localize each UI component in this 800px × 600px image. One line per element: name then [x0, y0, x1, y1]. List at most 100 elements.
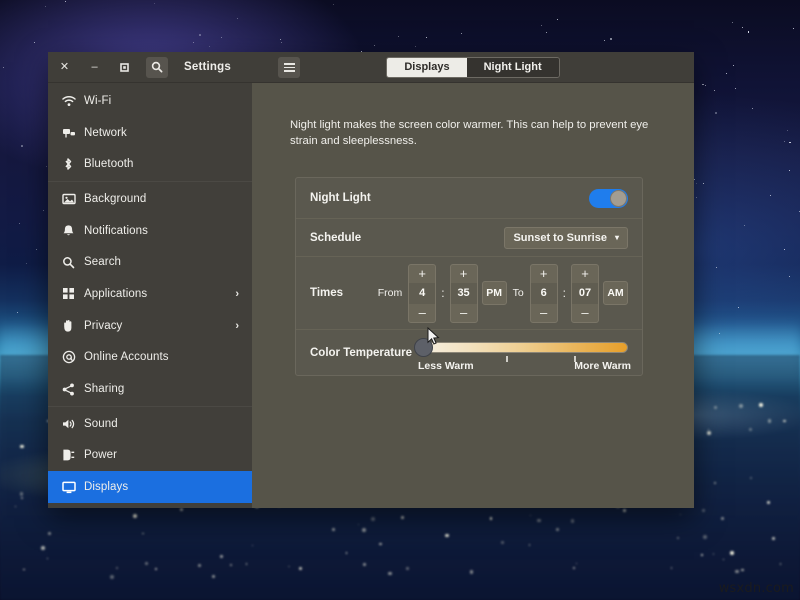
sidebar-separator [48, 181, 252, 182]
night-light-toggle-wrap [589, 189, 628, 208]
from-hour-increment[interactable]: + [409, 265, 435, 283]
sidebar-item-label: Background [84, 193, 146, 205]
schedule-label: Schedule [310, 232, 361, 244]
desktop-wallpaper: ✕ – Settings [0, 0, 800, 600]
night-light-label: Night Light [310, 192, 371, 204]
power-plug-icon [62, 448, 82, 462]
sidebar-item-bluetooth[interactable]: Bluetooth [48, 148, 252, 180]
sidebar-item-online-accounts[interactable]: Online Accounts [48, 342, 252, 374]
titlebar-left-group: ✕ – Settings [48, 52, 252, 82]
maximize-square-icon [120, 63, 129, 72]
to-meridiem-button[interactable]: AM [603, 281, 628, 305]
times-controls: From + 4 – : + 35 – [376, 264, 628, 323]
sidebar-item-network[interactable]: Network [48, 117, 252, 149]
from-word: From [376, 287, 405, 299]
monitor-icon [62, 481, 82, 494]
hamburger-menu-icon[interactable] [278, 57, 300, 78]
schedule-dropdown[interactable]: Sunset to Sunrise ▾ [504, 227, 628, 249]
tab-displays[interactable]: Displays [387, 58, 466, 77]
night-light-toggle[interactable] [589, 189, 628, 208]
share-icon [62, 383, 82, 396]
close-icon[interactable]: ✕ [56, 59, 73, 76]
night-light-settings-card: Night Light Schedule Sunset to Sunrise [295, 177, 643, 376]
from-time-colon: : [440, 286, 445, 300]
chevron-down-icon: ▾ [615, 233, 619, 242]
sidebar-item-label: Applications [84, 288, 147, 300]
network-icon [62, 127, 82, 139]
from-minute-stepper[interactable]: + 35 – [450, 264, 478, 323]
search-icon[interactable] [146, 57, 168, 78]
sidebar-item-label: Displays [84, 481, 128, 493]
maximize-icon[interactable] [116, 59, 133, 76]
tab-night-light[interactable]: Night Light [467, 58, 559, 77]
color-temperature-label: Color Temperature [310, 347, 412, 359]
bluetooth-icon [62, 157, 82, 171]
slider-min-label: Less Warm [418, 360, 474, 372]
to-hour-stepper[interactable]: + 6 – [530, 264, 558, 323]
search-glyph [151, 61, 163, 73]
watermark: wsxdn.com [719, 581, 794, 596]
from-hour-value[interactable]: 4 [409, 283, 435, 304]
from-hour-stepper[interactable]: + 4 – [408, 264, 436, 323]
settings-sidebar: Wi-Fi Network Bluetooth [48, 83, 252, 508]
sidebar-item-label: Bluetooth [84, 158, 134, 170]
slider-tick [506, 356, 508, 362]
from-minute-increment[interactable]: + [451, 265, 477, 283]
from-minute-decrement[interactable]: – [451, 304, 477, 322]
chevron-right-icon: › [235, 320, 239, 332]
slider-handle[interactable] [414, 338, 433, 357]
sidebar-item-label: Sound [84, 418, 118, 430]
wifi-icon [62, 95, 82, 107]
from-minute-value[interactable]: 35 [451, 283, 477, 304]
to-hour-increment[interactable]: + [531, 265, 557, 283]
sidebar-item-mouse-touchpad[interactable]: Mouse & Touchpad [48, 503, 252, 508]
panel-description: Night light makes the screen color warme… [252, 83, 694, 149]
hand-icon [62, 319, 82, 333]
at-sign-icon [62, 350, 82, 364]
sidebar-item-label: Sharing [84, 383, 124, 395]
settings-window: ✕ – Settings [48, 52, 694, 508]
bell-icon [62, 224, 82, 238]
view-tab-switcher: Displays Night Light [386, 57, 559, 78]
toggle-knob [610, 190, 627, 207]
titlebar-right-group: Displays Night Light [252, 52, 694, 82]
to-minute-increment[interactable]: + [572, 265, 598, 283]
window-titlebar: ✕ – Settings [48, 52, 694, 83]
sidebar-item-applications[interactable]: Applications › [48, 278, 252, 310]
to-minute-value[interactable]: 07 [572, 283, 598, 304]
sidebar-item-wi-fi[interactable]: Wi-Fi [48, 85, 252, 117]
to-hour-decrement[interactable]: – [531, 304, 557, 322]
color-temperature-slider[interactable]: Less Warm More Warm [414, 333, 628, 373]
sidebar-item-sharing[interactable]: Sharing [48, 373, 252, 405]
slider-track[interactable] [422, 342, 628, 353]
sidebar-item-search[interactable]: Search [48, 246, 252, 278]
sidebar-item-sound[interactable]: Sound [48, 408, 252, 440]
sidebar-item-label: Search [84, 256, 121, 268]
sidebar-item-power[interactable]: Power [48, 440, 252, 472]
sidebar-item-label: Notifications [84, 225, 148, 237]
sidebar-item-notifications[interactable]: Notifications [48, 215, 252, 247]
window-body: Wi-Fi Network Bluetooth [48, 83, 694, 508]
sidebar-separator [48, 406, 252, 407]
to-minute-stepper[interactable]: + 07 – [571, 264, 599, 323]
sidebar-item-privacy[interactable]: Privacy › [48, 310, 252, 342]
to-minute-decrement[interactable]: – [572, 304, 598, 322]
window-title: Settings [184, 61, 231, 73]
sidebar-item-displays[interactable]: Displays [48, 471, 252, 503]
from-meridiem-button[interactable]: PM [482, 281, 507, 305]
schedule-row: Schedule Sunset to Sunrise ▾ [296, 218, 642, 256]
color-temperature-row: Color Temperature Less Warm More Warm [296, 329, 642, 375]
to-word: To [511, 287, 526, 299]
minimize-icon[interactable]: – [86, 59, 103, 76]
to-hour-value[interactable]: 6 [531, 283, 557, 304]
to-time-colon: : [562, 286, 567, 300]
sidebar-item-label: Online Accounts [84, 351, 169, 363]
slider-max-label: More Warm [574, 360, 631, 372]
sidebar-item-label: Wi-Fi [84, 95, 111, 107]
from-hour-decrement[interactable]: – [409, 304, 435, 322]
night-light-row: Night Light [296, 178, 642, 218]
grid-apps-icon [62, 287, 82, 300]
sidebar-item-label: Power [84, 449, 117, 461]
image-icon [62, 193, 82, 205]
sidebar-item-background[interactable]: Background [48, 183, 252, 215]
